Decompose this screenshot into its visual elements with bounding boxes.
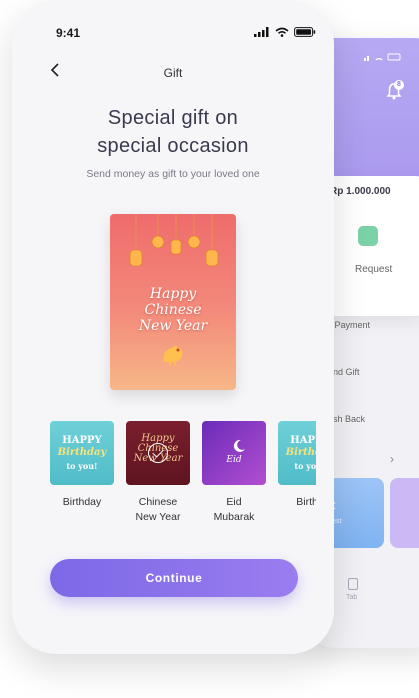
heading-line-2: special occasion [97, 135, 249, 157]
back-status-icons [364, 52, 404, 64]
thumb-birthday2-art-1: HAPPY [290, 435, 316, 446]
wifi-icon [275, 27, 289, 37]
card-thumbnail-list[interactable]: HAPPY Birthday to you! Birthday Happy Ch… [50, 421, 316, 531]
notification-badge: 8 [394, 80, 404, 90]
thumb-birthday-art-2: Birthday [57, 447, 107, 458]
thumb-eid-label-2: Mubarak [213, 511, 255, 523]
thumb-chinese-new-year[interactable]: Happy Chinese New Year [126, 421, 190, 485]
subtitle: Send money as gift to your loved one [86, 168, 260, 180]
signal-icon [254, 27, 269, 37]
page-title: Gift [163, 66, 183, 80]
thumb-birthday-art-1: HAPPY [62, 435, 102, 446]
continue-button[interactable]: Continue [50, 559, 298, 597]
tab-icon[interactable] [348, 578, 358, 590]
back-amount: Rp 1.000.000 [330, 186, 391, 197]
thumb-birthday2-label-1: Birthd [296, 496, 316, 508]
status-icons [254, 27, 316, 37]
heading: Special gift on special occasion [12, 104, 334, 160]
thumb-birthday-2-label: Birthd [265, 495, 316, 510]
thumb-birthday2-art-2: Birthday [285, 447, 316, 458]
thumb-birthday2-art-3: to you! [294, 461, 316, 471]
thumb-birthday-art-3: to you! [66, 461, 98, 471]
crescent-icon [233, 439, 245, 452]
chevron-right-icon[interactable]: › [390, 452, 394, 466]
heading-line-1: Special gift on [107, 107, 239, 129]
selected-check-icon [148, 443, 168, 463]
thumb-birthday-2[interactable]: HAPPY Birthday to you! [278, 421, 316, 485]
thumb-birthday[interactable]: HAPPY Birthday to you! [50, 421, 114, 485]
stage: 8 Rp 1.000.000 Request ll Payment end Gi… [0, 0, 419, 698]
back-promo-card-2[interactable] [390, 478, 419, 548]
card-greeting: Happy Chinese New Year [110, 286, 236, 334]
back-menu-payment[interactable]: ll Payment [328, 320, 370, 330]
back-balance-card [320, 176, 419, 316]
card-line-1: Happy [149, 286, 197, 302]
battery-icon [294, 27, 316, 37]
gift-card-preview: Happy Chinese New Year [110, 214, 236, 390]
thumb-eid-art-1: Eid [226, 455, 242, 465]
tab-label[interactable]: Tab [346, 594, 357, 601]
card-line-3: New Year [138, 318, 208, 334]
phone-screen: 9:41 Gift Special gift on special occasi… [12, 0, 334, 654]
lanterns-illustration [129, 214, 219, 267]
status-time: 9:41 [56, 26, 81, 40]
request-icon[interactable] [358, 226, 378, 246]
rooster-icon [163, 346, 183, 366]
thumb-eid-mubarak[interactable]: Eid [202, 421, 266, 485]
request-label[interactable]: Request [355, 264, 392, 275]
card-line-2: Chinese [144, 302, 202, 318]
